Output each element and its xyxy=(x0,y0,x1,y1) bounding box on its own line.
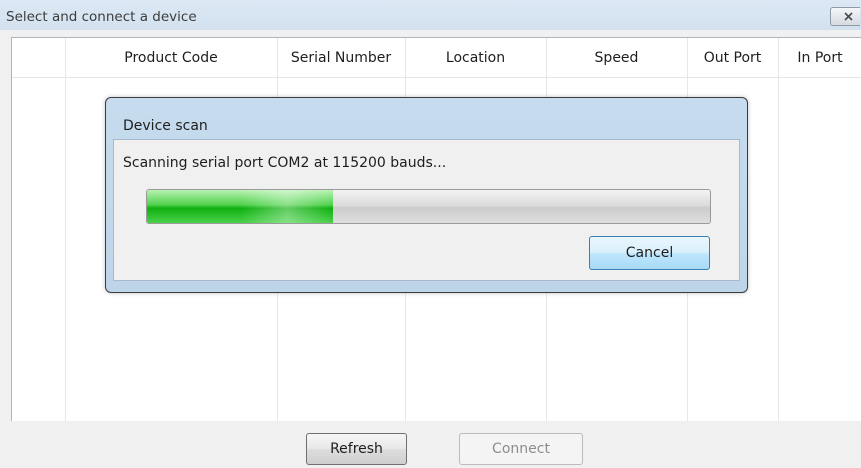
column-divider xyxy=(778,38,779,421)
column-header-out-port[interactable]: Out Port xyxy=(687,38,778,78)
close-button[interactable] xyxy=(830,7,860,26)
table-header: Product Code Serial Number Location Spee… xyxy=(12,38,861,78)
title-bar: Select and connect a device xyxy=(0,0,861,30)
refresh-button[interactable]: Refresh xyxy=(306,433,407,465)
progress-shine xyxy=(242,190,332,223)
column-header-serial-number[interactable]: Serial Number xyxy=(277,38,405,78)
device-select-window: Select and connect a device Product Code… xyxy=(0,0,861,468)
dialog-title: Device scan xyxy=(123,118,208,134)
progress-fill xyxy=(147,190,333,223)
button-bar: Refresh Connect xyxy=(0,421,861,468)
column-header-in-port[interactable]: In Port xyxy=(778,38,861,78)
scan-progress-bar xyxy=(146,189,711,224)
device-scan-dialog: Device scan Scanning serial port COM2 at… xyxy=(105,97,748,293)
window-title: Select and connect a device xyxy=(6,9,197,25)
scan-status-text: Scanning serial port COM2 at 115200 baud… xyxy=(123,155,447,171)
connect-button[interactable]: Connect xyxy=(459,433,583,465)
column-header-product-code[interactable]: Product Code xyxy=(65,38,277,78)
column-divider xyxy=(65,38,66,421)
dialog-body: Scanning serial port COM2 at 115200 baud… xyxy=(113,139,740,281)
column-header-location[interactable]: Location xyxy=(405,38,546,78)
close-icon xyxy=(844,12,853,21)
cancel-button[interactable]: Cancel xyxy=(589,236,710,270)
column-header-speed[interactable]: Speed xyxy=(546,38,687,78)
